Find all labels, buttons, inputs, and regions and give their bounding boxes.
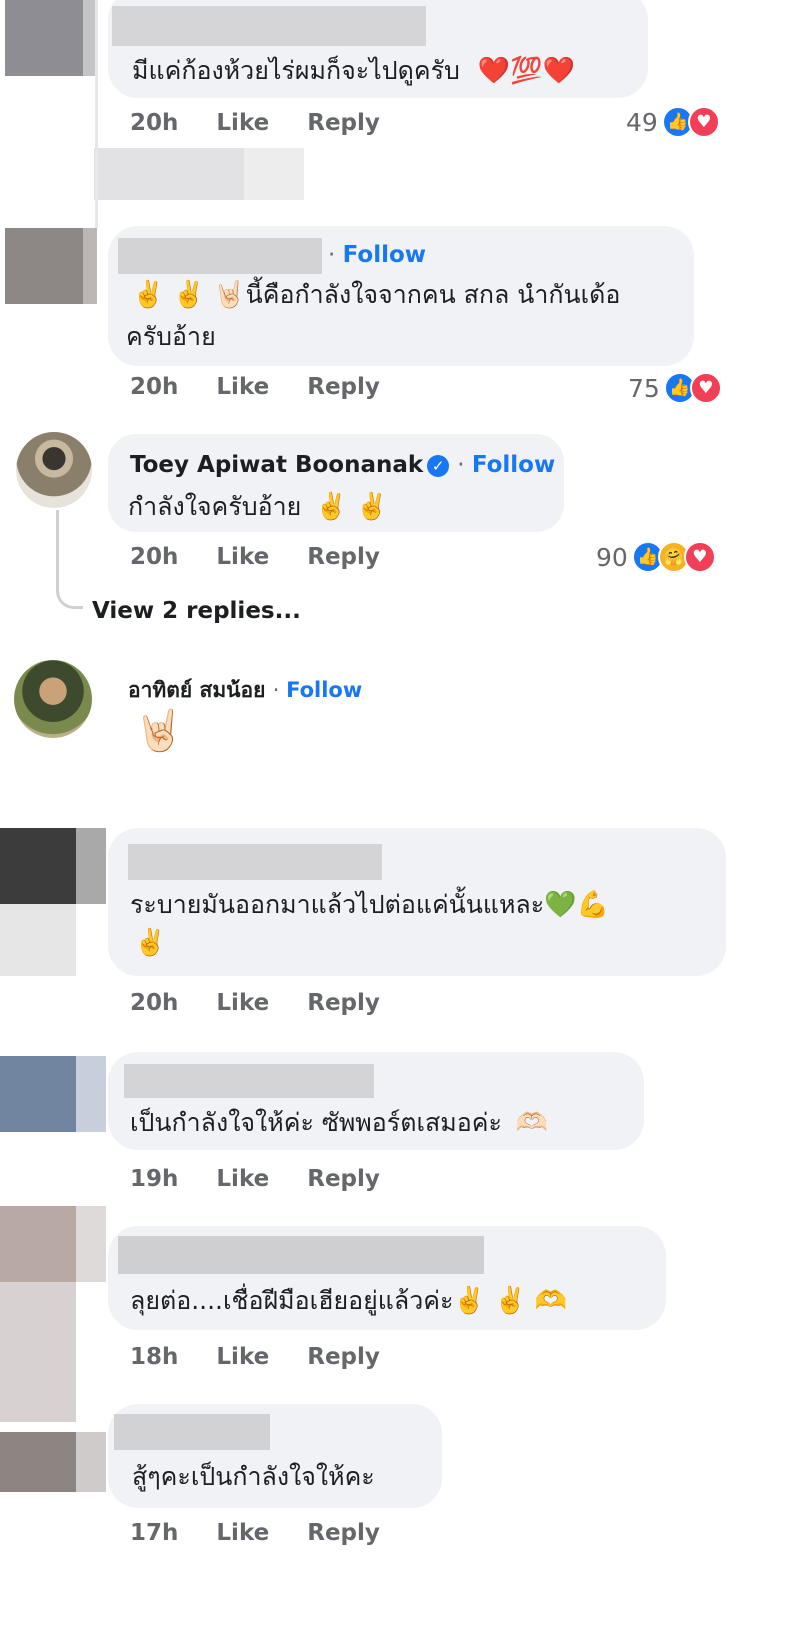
author-name-blurred: [118, 238, 322, 274]
timestamp: 18h: [130, 1344, 179, 1370]
reply-button[interactable]: Reply: [307, 990, 380, 1016]
reaction-summary[interactable]: 75 👍 ♥: [628, 372, 722, 404]
comment-meta: 20h Like Reply: [130, 544, 410, 570]
avatar-blurred-edge: [76, 1206, 106, 1282]
timestamp: 17h: [130, 1520, 179, 1546]
love-reaction-icon: ♥: [687, 106, 720, 138]
author-name-blurred: [112, 6, 426, 46]
avatar-blurred-edge: [76, 1432, 106, 1492]
love-reaction-icon: ♥: [683, 541, 716, 573]
avatar-blurred-edge: [83, 228, 97, 304]
comment-meta: 18h Like Reply: [130, 1344, 410, 1370]
avatar-blurred: [0, 1432, 76, 1492]
follow-link-row: · Follow: [328, 242, 427, 268]
avatar-blurred-lower: [0, 904, 76, 976]
like-button[interactable]: Like: [216, 374, 269, 400]
sticker-comment: 🤘🏻: [134, 708, 184, 754]
like-button[interactable]: Like: [216, 1520, 269, 1546]
avatar-blurred-lower: [0, 1282, 76, 1422]
comment-text: ลุยต่อ....เชื่อฝีมือเฮียอยู่แล้วค่ะ✌️ ✌️…: [130, 1286, 568, 1316]
author-name-blurred: [114, 1414, 270, 1450]
thread-line: [56, 510, 83, 609]
like-button[interactable]: Like: [216, 1166, 269, 1192]
follow-button[interactable]: Follow: [343, 242, 426, 268]
avatar-blurred: [0, 1206, 76, 1282]
comment-text-line-1: ระบายมันออกมาแล้วไปต่อแค่นั้นแหละ💚💪: [130, 890, 609, 920]
reply-button[interactable]: Reply: [307, 110, 380, 136]
comment-meta: 19h Like Reply: [130, 1166, 410, 1192]
avatar-blurred: [5, 0, 83, 76]
view-replies-link[interactable]: View 2 replies...: [92, 598, 301, 624]
avatar[interactable]: [14, 660, 92, 738]
author-name[interactable]: อาทิตย์ สมน้อย · Follow: [128, 674, 362, 707]
reply-button[interactable]: Reply: [307, 1344, 380, 1370]
blurred-reply-preview-2: [244, 148, 304, 200]
author-name-blurred: [124, 1064, 374, 1098]
reply-button[interactable]: Reply: [307, 1166, 380, 1192]
author-name[interactable]: Toey Apiwat Boonanak ✓ · Follow: [130, 452, 555, 478]
comment-text-line-2: ครับอ้าย: [126, 322, 216, 351]
avatar-blurred: [0, 828, 76, 904]
follow-button[interactable]: Follow: [472, 452, 555, 478]
verified-badge-icon: ✓: [427, 454, 450, 477]
author-name-blurred: [128, 844, 382, 880]
like-button[interactable]: Like: [216, 544, 269, 570]
comment-text: สู้ๆคะเป็นกำลังใจให้คะ: [132, 1462, 375, 1491]
avatar-blurred-edge: [76, 1056, 106, 1132]
comment-meta: 20h Like Reply: [130, 990, 410, 1016]
avatar-blurred: [5, 228, 83, 304]
comment-text-line-1: ✌️ ✌️ 🤘🏻นี้คือกำลังใจจากคน สกล นำกันเด้อ: [132, 280, 621, 310]
comment-meta: 17h Like Reply: [130, 1520, 410, 1546]
timestamp: 20h: [130, 544, 179, 570]
avatar-blurred: [0, 1056, 76, 1132]
comment-meta: 20h Like Reply: [130, 110, 410, 136]
reply-button[interactable]: Reply: [307, 1520, 380, 1546]
follow-button[interactable]: Follow: [286, 678, 362, 702]
reply-button[interactable]: Reply: [307, 544, 380, 570]
thread-line: [95, 0, 98, 228]
love-reaction-icon: ♥: [689, 372, 722, 404]
timestamp: 20h: [130, 110, 179, 136]
blurred-reply-preview: [94, 148, 244, 200]
timestamp: 20h: [130, 990, 179, 1016]
like-button[interactable]: Like: [216, 990, 269, 1016]
timestamp: 19h: [130, 1166, 179, 1192]
comment-text: กำลังใจครับอ้าย ✌️ ✌️: [128, 492, 389, 522]
reply-button[interactable]: Reply: [307, 374, 380, 400]
reaction-summary[interactable]: 90 👍 🤗 ♥: [596, 541, 716, 573]
comment-text: มีแค่ก้องห้วยไร่ผมก็จะไปดูครับ ❤️💯❤️: [132, 56, 576, 86]
comment-text: เป็นกำลังใจให้ค่ะ ซัพพอร์ตเสมอค่ะ 🫶🏻: [130, 1108, 549, 1138]
author-name-blurred: [118, 1236, 484, 1274]
like-button[interactable]: Like: [216, 1344, 269, 1370]
comment-text-line-2: ✌️: [134, 928, 167, 958]
comment-meta: 20h Like Reply: [130, 374, 410, 400]
avatar[interactable]: [16, 432, 92, 508]
like-button[interactable]: Like: [216, 110, 269, 136]
timestamp: 20h: [130, 374, 179, 400]
avatar-blurred-edge: [76, 828, 106, 904]
reaction-summary[interactable]: 49 👍 ♥: [626, 106, 720, 138]
